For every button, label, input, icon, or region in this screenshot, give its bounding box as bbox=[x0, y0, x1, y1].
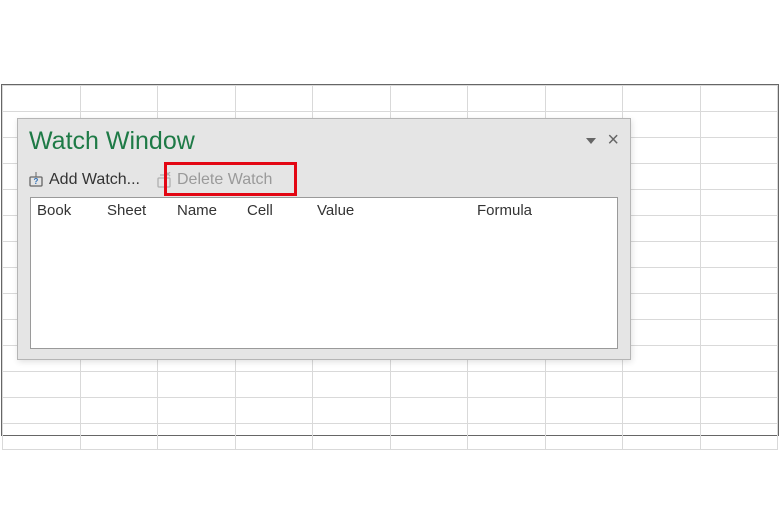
column-header-sheet[interactable]: Sheet bbox=[101, 202, 171, 219]
delete-watch-icon bbox=[156, 172, 172, 188]
column-header-formula[interactable]: Formula bbox=[471, 202, 532, 219]
watch-list-area[interactable]: Book Sheet Name Cell Value Formula bbox=[30, 197, 618, 349]
watch-list-header: Book Sheet Name Cell Value Formula bbox=[31, 198, 617, 222]
column-header-name[interactable]: Name bbox=[171, 202, 241, 219]
chevron-down-icon bbox=[586, 138, 596, 144]
watch-window-panel: Watch Window × ? Add Watch... Delete Wa bbox=[17, 118, 631, 360]
column-header-value[interactable]: Value bbox=[311, 202, 471, 219]
panel-toolbar: ? Add Watch... Delete Watch bbox=[20, 167, 280, 193]
close-icon: × bbox=[607, 129, 619, 151]
column-header-book[interactable]: Book bbox=[31, 202, 101, 219]
column-header-cell[interactable]: Cell bbox=[241, 202, 311, 219]
panel-title: Watch Window bbox=[18, 119, 630, 156]
add-watch-label: Add Watch... bbox=[49, 171, 140, 189]
close-button[interactable]: × bbox=[604, 132, 622, 148]
add-watch-button[interactable]: ? Add Watch... bbox=[20, 167, 148, 193]
add-watch-icon: ? bbox=[28, 172, 44, 188]
delete-watch-label: Delete Watch bbox=[177, 171, 272, 189]
panel-options-dropdown[interactable] bbox=[582, 129, 600, 151]
delete-watch-button: Delete Watch bbox=[148, 167, 280, 193]
svg-text:?: ? bbox=[34, 177, 39, 186]
